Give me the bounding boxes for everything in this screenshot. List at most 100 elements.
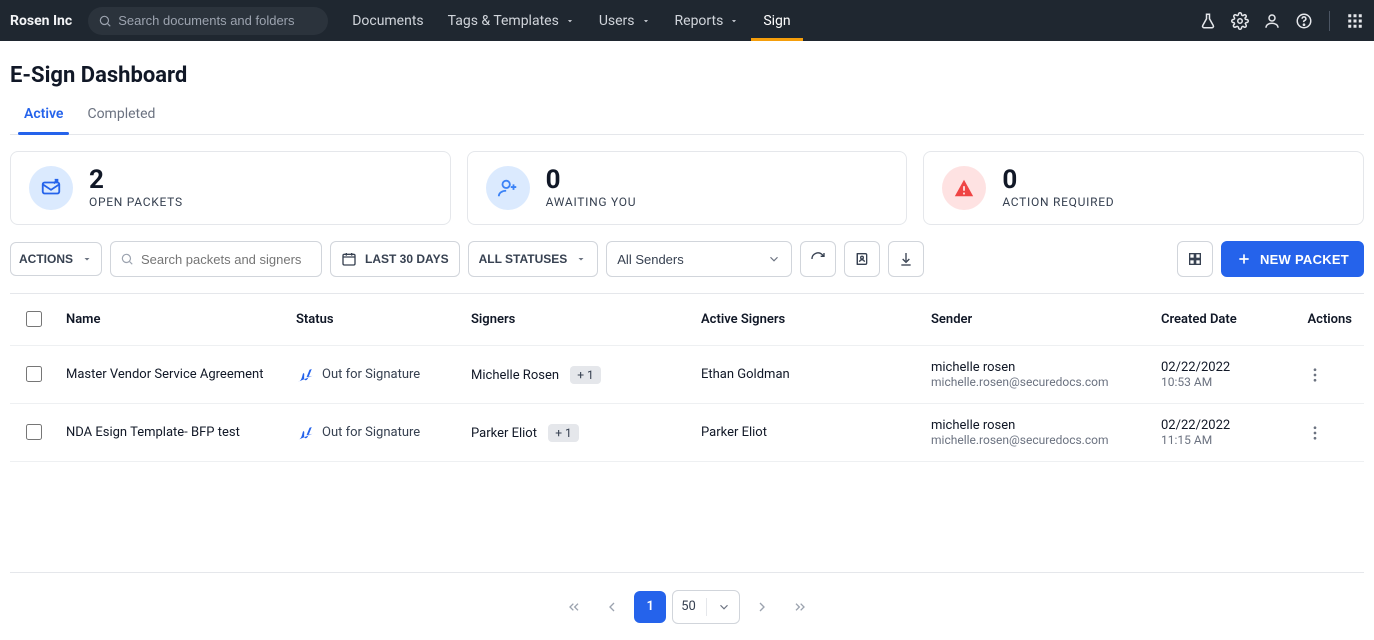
pager: 1 50 — [10, 572, 1364, 640]
cell-active-signers: Ethan Goldman — [689, 346, 919, 404]
signers-more-chip[interactable]: + 1 — [548, 424, 579, 442]
chevron-down-icon — [717, 600, 731, 614]
pager-last[interactable] — [784, 591, 816, 623]
date-range-button[interactable]: LAST 30 DAYS — [330, 241, 460, 277]
address-book-icon — [854, 251, 870, 267]
stat-action-required[interactable]: 0 ACTION REQUIRED — [923, 151, 1364, 225]
col-sender[interactable]: Sender — [919, 294, 1149, 346]
row-checkbox[interactable] — [26, 366, 42, 382]
brand: Rosen Inc — [10, 13, 72, 29]
page-title: E-Sign Dashboard — [10, 63, 1364, 88]
stat-label: AWAITING YOU — [546, 195, 637, 209]
grid-view-icon — [1187, 251, 1203, 267]
row-actions-menu[interactable] — [1306, 424, 1352, 442]
pager-prev[interactable] — [596, 591, 628, 623]
select-all-checkbox[interactable] — [26, 311, 42, 327]
global-search — [88, 7, 328, 35]
status-filter-button[interactable]: ALL STATUSES — [468, 241, 599, 277]
row-actions-menu[interactable] — [1306, 366, 1352, 384]
col-signers[interactable]: Signers — [459, 294, 689, 346]
signers-more-chip[interactable]: + 1 — [570, 366, 601, 384]
chevron-down-icon — [641, 16, 651, 26]
page: E-Sign Dashboard Active Completed 2 OPEN… — [0, 41, 1374, 640]
stat-value: 0 — [546, 167, 637, 193]
col-status[interactable]: Status — [284, 294, 459, 346]
gear-icon[interactable] — [1231, 12, 1249, 30]
view-toggle-button[interactable] — [1177, 241, 1213, 277]
stat-awaiting-you[interactable]: 0 AWAITING YOU — [467, 151, 908, 225]
cell-name: Master Vendor Service Agreement — [54, 346, 284, 404]
signature-icon — [296, 424, 314, 442]
pager-first[interactable] — [558, 591, 590, 623]
apps-grid-icon[interactable] — [1346, 12, 1364, 30]
cell-sender-email: michelle.rosen@securedocs.com — [931, 433, 1137, 447]
cell-created-date: 02/22/2022 — [1161, 360, 1282, 375]
col-actions: Actions — [1294, 294, 1364, 346]
stat-open-packets[interactable]: 2 OPEN PACKETS — [10, 151, 451, 225]
tab-completed[interactable]: Completed — [87, 96, 155, 134]
table-row[interactable]: Master Vendor Service Agreement Out for … — [10, 346, 1364, 404]
cell-created-date: 02/22/2022 — [1161, 418, 1282, 433]
table-row[interactable]: NDA Esign Template- BFP test Out for Sig… — [10, 404, 1364, 462]
packets-search — [110, 241, 322, 277]
user-plus-icon — [486, 166, 530, 210]
cell-sender-name: michelle rosen — [931, 418, 1137, 433]
calendar-icon — [341, 251, 357, 267]
refresh-button[interactable] — [800, 241, 836, 277]
pager-next[interactable] — [746, 591, 778, 623]
stat-value: 2 — [89, 167, 183, 193]
cell-created-time: 11:15 AM — [1161, 433, 1282, 447]
signature-icon — [296, 366, 314, 384]
row-checkbox[interactable] — [26, 424, 42, 440]
cell-active-signers: Parker Eliot — [689, 404, 919, 462]
cell-sender-email: michelle.rosen@securedocs.com — [931, 375, 1137, 389]
packets-search-input[interactable] — [110, 241, 322, 277]
search-icon — [98, 14, 112, 28]
cell-status: Out for Signature — [322, 425, 420, 440]
chevron-down-icon — [575, 253, 587, 265]
nav-reports[interactable]: Reports — [663, 0, 752, 41]
download-icon — [898, 251, 914, 267]
cell-status: Out for Signature — [322, 367, 420, 382]
cell-signers: Parker Eliot — [471, 426, 537, 441]
divider — [1329, 11, 1330, 31]
nav-tags-templates[interactable]: Tags & Templates — [436, 0, 587, 41]
labs-icon[interactable] — [1199, 12, 1217, 30]
chevron-down-icon — [565, 16, 575, 26]
chevron-down-icon — [767, 252, 781, 266]
col-active-signers[interactable]: Active Signers — [689, 294, 919, 346]
toolbar: ACTIONS LAST 30 DAYS ALL STATUSES All Se… — [10, 241, 1364, 277]
tab-active[interactable]: Active — [24, 96, 63, 134]
stat-value: 0 — [1002, 167, 1114, 193]
user-icon[interactable] — [1263, 12, 1281, 30]
page-size-select[interactable]: 50 — [672, 590, 740, 624]
packets-table: Name Status Signers Active Signers Sende… — [10, 293, 1364, 572]
help-icon[interactable] — [1295, 12, 1313, 30]
cell-sender-name: michelle rosen — [931, 360, 1137, 375]
nav-documents[interactable]: Documents — [340, 0, 435, 41]
stats-row: 2 OPEN PACKETS 0 AWAITING YOU 0 ACTION R… — [10, 151, 1364, 225]
cell-created-time: 10:53 AM — [1161, 375, 1282, 389]
chevron-down-icon — [81, 253, 93, 265]
pager-current[interactable]: 1 — [634, 591, 666, 623]
envelope-arrow-icon — [29, 166, 73, 210]
nav-users[interactable]: Users — [587, 0, 663, 41]
stat-label: OPEN PACKETS — [89, 195, 183, 209]
refresh-icon — [810, 251, 826, 267]
sender-select[interactable]: All Senders — [606, 241, 792, 277]
col-name[interactable]: Name — [54, 294, 284, 346]
page-tabs: Active Completed — [10, 96, 1364, 135]
top-nav: Rosen Inc Documents Tags & Templates Use… — [0, 0, 1374, 41]
chevron-down-icon — [729, 16, 739, 26]
actions-menu-button[interactable]: ACTIONS — [10, 242, 102, 276]
stat-label: ACTION REQUIRED — [1002, 195, 1114, 209]
download-button[interactable] — [888, 241, 924, 277]
plus-icon — [1236, 251, 1252, 267]
nav-sign[interactable]: Sign — [751, 0, 802, 41]
col-created[interactable]: Created Date — [1149, 294, 1294, 346]
search-input[interactable] — [88, 7, 328, 35]
nav-utility — [1199, 11, 1364, 31]
cell-signers: Michelle Rosen — [471, 368, 559, 383]
address-book-button[interactable] — [844, 241, 880, 277]
new-packet-button[interactable]: NEW PACKET — [1221, 241, 1364, 277]
